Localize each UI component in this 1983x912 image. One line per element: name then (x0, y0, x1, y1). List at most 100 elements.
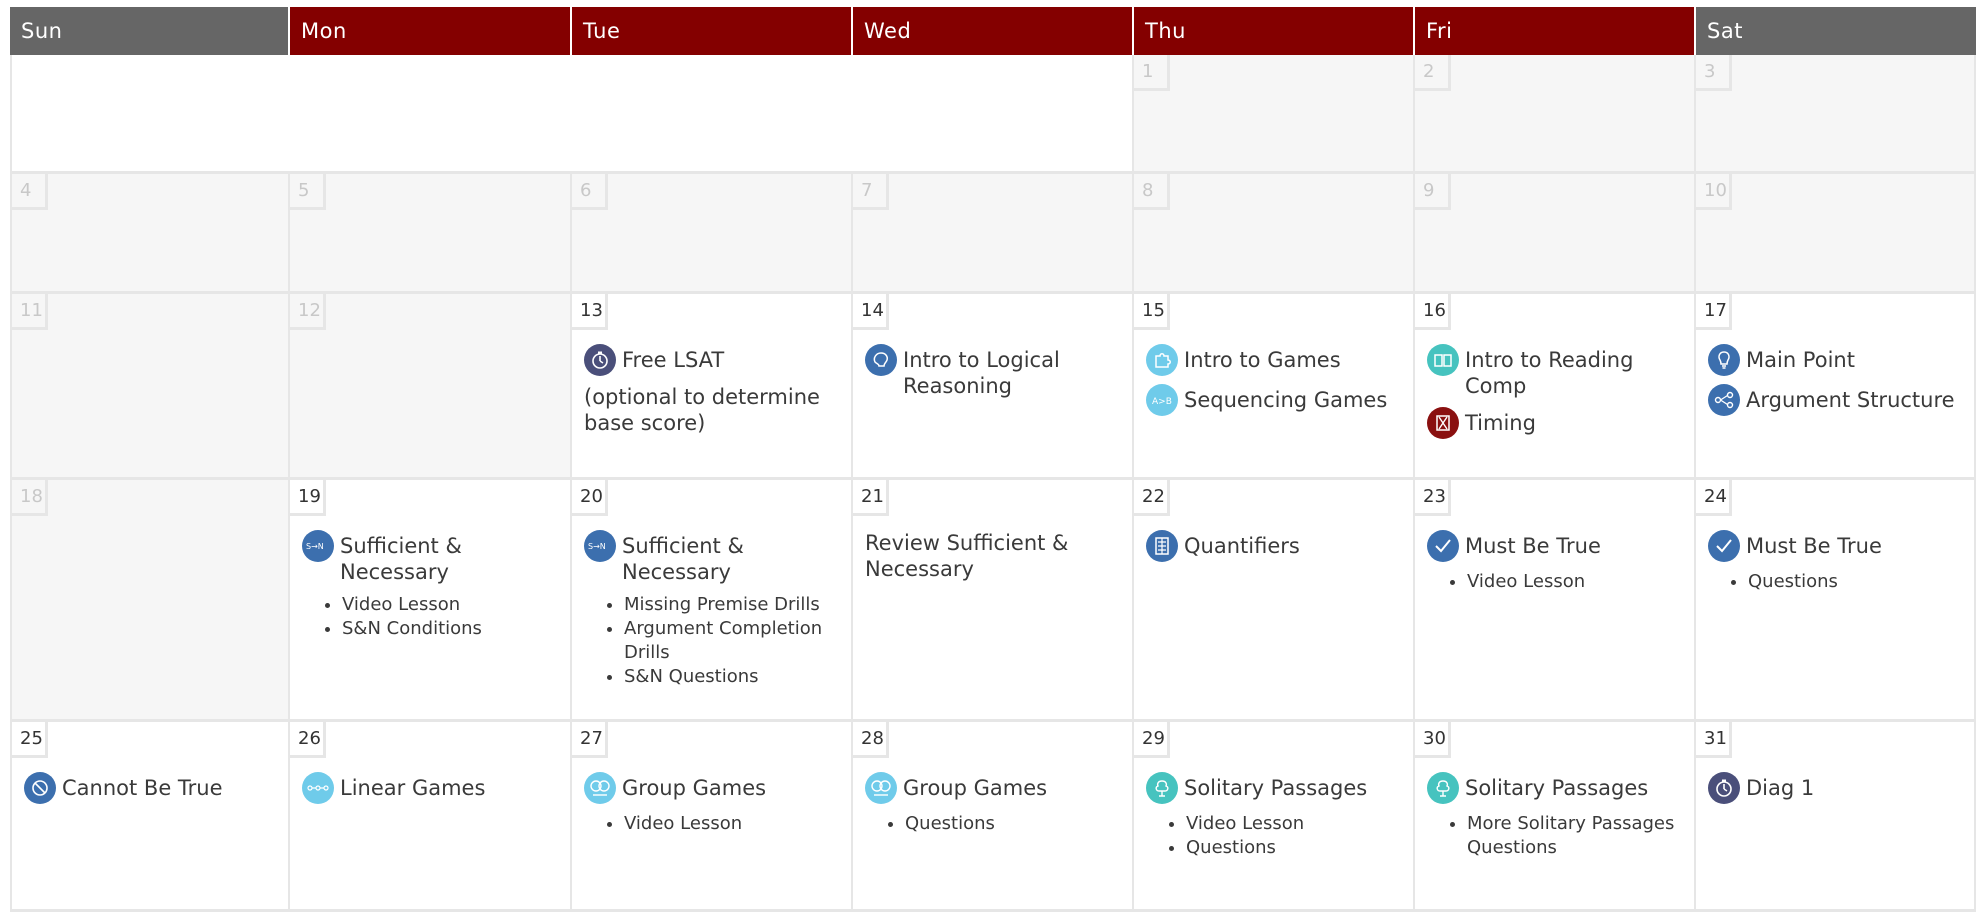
day-cell-26[interactable]: 26 Linear Games (290, 722, 572, 909)
day-cell-17[interactable]: 17 Main Point Argument Structure (1696, 294, 1976, 477)
day-number: 4 (12, 174, 48, 210)
day-cell-3[interactable]: 3 (1696, 55, 1976, 171)
calendar-event[interactable]: Cannot Be True (24, 772, 282, 804)
list-item[interactable]: Questions (1748, 570, 1968, 594)
day-cell-16[interactable]: 16 Intro to Reading Comp Timing (1415, 294, 1696, 477)
event-title: Group Games (622, 776, 767, 800)
calendar-event[interactable]: Quantifiers (1146, 530, 1407, 562)
calendar-event[interactable]: Linear Games (302, 772, 564, 804)
header-thu: Thu (1134, 7, 1415, 55)
calendar-event[interactable]: S→N Sufficient & Necessary (302, 530, 564, 585)
calendar-grid: 1 2 3 4 5 6 7 8 9 10 11 12 13 Free LSAT (optional to d… (10, 55, 1976, 912)
day-content: Review Sufficient & Necessary (865, 530, 1126, 582)
day-cell-5[interactable]: 5 (290, 174, 572, 291)
calendar-event[interactable]: Group Games (584, 772, 845, 804)
day-cell-27[interactable]: 27 Group Games Video Lesson (572, 722, 853, 909)
day-number: 3 (1696, 55, 1732, 91)
list-item[interactable]: Video Lesson (342, 593, 564, 617)
calendar-event[interactable]: Main Point (1708, 344, 1968, 376)
list-item[interactable]: Video Lesson (624, 812, 845, 836)
calendar-event[interactable]: Intro to Logical Reasoning (865, 344, 1126, 399)
list-item[interactable]: Questions (905, 812, 1126, 836)
day-number: 1 (1134, 55, 1170, 91)
day-cell-23[interactable]: 23 Must Be True Video Lesson (1415, 480, 1696, 719)
stopwatch-icon (1708, 772, 1740, 804)
event-title: Intro to Games (1184, 348, 1341, 372)
day-cell-8[interactable]: 8 (1134, 174, 1415, 291)
event-title: Group Games (903, 776, 1048, 800)
list-item[interactable]: More Solitary Passages Questions (1467, 812, 1688, 860)
day-cell-4[interactable]: 4 (10, 174, 290, 291)
calendar-event[interactable]: Must Be True (1708, 530, 1968, 562)
day-cell-12[interactable]: 12 (290, 294, 572, 477)
event-title: Timing (1465, 411, 1536, 435)
day-number: 31 (1696, 722, 1732, 758)
calendar-event[interactable]: Intro to Reading Comp (1427, 344, 1688, 399)
task-list: Video LessonS&N Conditions (302, 593, 564, 641)
day-cell-11[interactable]: 11 (10, 294, 290, 477)
calendar-event[interactable]: S→N Sufficient & Necessary (584, 530, 845, 585)
calendar-event[interactable]: Solitary Passages (1146, 772, 1407, 804)
day-number: 19 (290, 480, 326, 516)
day-content: Intro to Games A>B Sequencing Games (1146, 344, 1407, 424)
day-cell-13[interactable]: 13 Free LSAT (optional to determine base s… (572, 294, 853, 477)
day-cell-18[interactable]: 18 (10, 480, 290, 719)
day-cell-29[interactable]: 29 Solitary Passages Video LessonQuestions (1134, 722, 1415, 909)
day-number: 12 (290, 294, 326, 330)
day-cell-24[interactable]: 24 Must Be True Questions (1696, 480, 1976, 719)
event-note: (optional to determine base score) (584, 385, 820, 435)
list-item[interactable]: Argument Completion Drills (624, 617, 845, 665)
event-title: Free LSAT (622, 348, 725, 372)
list-item[interactable]: S&N Questions (624, 665, 845, 689)
list-item[interactable]: S&N Conditions (342, 617, 564, 641)
calendar-event[interactable]: Diag 1 (1708, 772, 1968, 804)
day-number: 8 (1134, 174, 1170, 210)
day-content: Quantifiers (1146, 530, 1407, 570)
day-cell-25[interactable]: 25 Cannot Be True (10, 722, 290, 909)
svg-text:S→N: S→N (588, 542, 606, 551)
day-number: 27 (572, 722, 608, 758)
header-fri: Fri (1415, 7, 1696, 55)
day-cell-14[interactable]: 14 Intro to Logical Reasoning (853, 294, 1134, 477)
calendar-event[interactable]: Must Be True (1427, 530, 1688, 562)
day-cell-10[interactable]: 10 (1696, 174, 1976, 291)
event-title: Diag 1 (1746, 776, 1815, 800)
day-content: Must Be True Questions (1708, 530, 1968, 594)
calendar-event[interactable]: Group Games (865, 772, 1126, 804)
day-cell-6[interactable]: 6 (572, 174, 853, 291)
day-number: 11 (12, 294, 48, 330)
list-item[interactable]: Questions (1186, 836, 1407, 860)
day-cell-19[interactable]: 19 S→NSufficient & Necessary Video LessonS… (290, 480, 572, 719)
calendar-event[interactable]: A>B Sequencing Games (1146, 384, 1407, 416)
list-item[interactable]: Video Lesson (1467, 570, 1688, 594)
day-cell-9[interactable]: 9 (1415, 174, 1696, 291)
day-cell-2[interactable]: 2 (1415, 55, 1696, 171)
empty-cell (572, 55, 853, 171)
calendar-event[interactable]: Free LSAT (584, 344, 845, 376)
day-cell-1[interactable]: 1 (1134, 55, 1415, 171)
day-cell-31[interactable]: 31 Diag 1 (1696, 722, 1976, 909)
day-cell-21[interactable]: 21 Review Sufficient & Necessary (853, 480, 1134, 719)
day-cell-15[interactable]: 15 Intro to Games A>B Sequencing Games (1134, 294, 1415, 477)
task-list: Questions (865, 812, 1126, 836)
list-item[interactable]: Missing Premise Drills (624, 593, 845, 617)
event-title: Linear Games (340, 776, 486, 800)
calendar-event[interactable]: Argument Structure (1708, 384, 1968, 416)
calendar-event[interactable]: Timing (1427, 407, 1688, 439)
day-number: 13 (572, 294, 608, 330)
header-tue: Tue (572, 7, 853, 55)
day-cell-7[interactable]: 7 (853, 174, 1134, 291)
day-cell-22[interactable]: 22 Quantifiers (1134, 480, 1415, 719)
day-number: 16 (1415, 294, 1451, 330)
calendar-event[interactable]: Intro to Games (1146, 344, 1407, 376)
calendar-event[interactable]: Solitary Passages (1427, 772, 1688, 804)
day-cell-30[interactable]: 30 Solitary Passages More Solitary Passage… (1415, 722, 1696, 909)
day-cell-28[interactable]: 28 Group Games Questions (853, 722, 1134, 909)
event-title: Solitary Passages (1465, 776, 1649, 800)
day-content: Cannot Be True (24, 772, 282, 812)
day-number: 9 (1415, 174, 1451, 210)
day-number: 29 (1134, 722, 1170, 758)
list-item[interactable]: Video Lesson (1186, 812, 1407, 836)
tree-icon (1146, 772, 1178, 804)
day-cell-20[interactable]: 20 S→N Sufficient & Necessary Missing Premi… (572, 480, 853, 719)
